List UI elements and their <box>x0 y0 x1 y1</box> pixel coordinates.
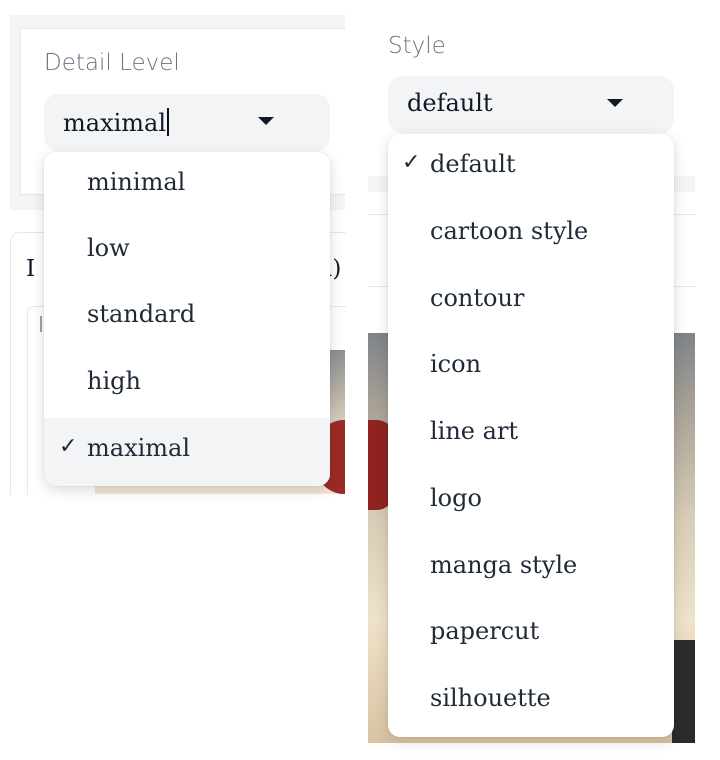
detail-level-option-high[interactable]: high <box>44 351 330 417</box>
style-label: Style <box>388 33 446 59</box>
style-value: default <box>407 89 493 117</box>
style-option-silhouette[interactable]: silhouette <box>388 668 674 734</box>
check-icon: ✓ <box>402 150 421 175</box>
detail-level-option-low[interactable]: low <box>44 218 330 284</box>
detail-level-option-standard[interactable]: standard <box>44 284 330 350</box>
style-option-line-art[interactable]: line art <box>388 401 674 467</box>
style-option-manga-style[interactable]: manga style <box>388 535 674 601</box>
detail-level-label: Detail Level <box>44 50 180 76</box>
style-option-icon[interactable]: icon <box>388 334 674 400</box>
check-icon: ✓ <box>59 434 78 459</box>
detail-level-dropdown-menu: minimal low standard high ✓ maximal <box>44 152 330 486</box>
style-select[interactable]: default <box>388 76 674 133</box>
result-image-detail <box>672 640 695 743</box>
detail-level-option-maximal[interactable]: ✓ maximal <box>44 418 330 486</box>
text-cursor <box>167 108 170 136</box>
image-section-title-start: I <box>26 256 36 282</box>
chevron-down-icon <box>258 117 274 125</box>
style-option-papercut[interactable]: papercut <box>388 601 674 667</box>
style-option-cartoon-style[interactable]: cartoon style <box>388 201 674 267</box>
style-option-logo[interactable]: logo <box>388 468 674 534</box>
style-option-default[interactable]: ✓ default <box>388 134 674 200</box>
style-option-contour[interactable]: contour <box>388 268 674 334</box>
detail-level-value: maximal <box>63 109 167 137</box>
detail-level-select[interactable]: maximal <box>44 94 330 151</box>
detail-level-option-minimal[interactable]: minimal <box>44 152 330 218</box>
chevron-down-icon <box>607 99 623 107</box>
style-dropdown-menu: ✓ default cartoon style contour icon lin… <box>388 134 674 737</box>
